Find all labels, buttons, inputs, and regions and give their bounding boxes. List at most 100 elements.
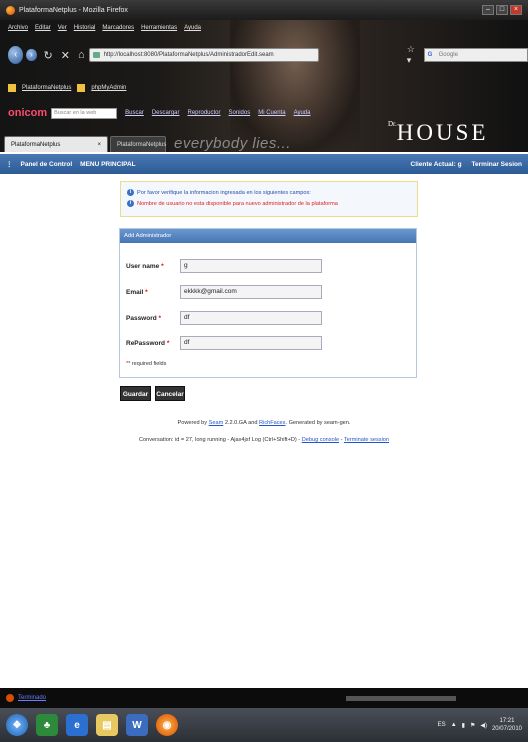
close-window-button[interactable]: × <box>510 5 522 15</box>
menu-archivo[interactable]: Archivo <box>8 25 28 31</box>
info-message-text: Por favor verifique la informacion ingre… <box>137 189 311 196</box>
menu-herramientas[interactable]: Herramientas <box>141 25 177 31</box>
minimize-button[interactable]: – <box>482 5 494 15</box>
word-icon[interactable]: W <box>126 714 148 736</box>
error-message-text: Nombre de usuario no esta disponible par… <box>137 200 338 207</box>
richfaces-link[interactable]: RichFaces <box>259 420 285 426</box>
username-input[interactable]: g <box>180 259 322 273</box>
menu-historial[interactable]: Historial <box>74 25 96 31</box>
menu-ayuda[interactable]: Ayuda <box>184 25 201 31</box>
web-search-input[interactable]: Buscar en la web <box>51 107 118 119</box>
required-fields-text: * required fields <box>128 361 167 367</box>
bookmark-star-icon[interactable]: ☆ ▾ <box>407 44 420 66</box>
tray-arrow-icon[interactable]: ▲ <box>451 722 457 728</box>
toolbar-sonidos[interactable]: Sonidos <box>229 110 251 116</box>
status-icon <box>6 694 14 702</box>
toolbar-ayuda[interactable]: Ayuda <box>294 110 311 116</box>
nav-panel-de-control[interactable]: Panel de Control <box>21 161 73 168</box>
app-navbar: ⋮ Panel de Control MENU PRINCIPAL Client… <box>0 154 528 174</box>
panel-title: Add Administrador <box>120 229 416 243</box>
reload-icon[interactable]: ↻ <box>44 49 53 62</box>
email-label: Email * <box>126 288 148 296</box>
forward-icon[interactable]: › <box>26 49 37 61</box>
cancel-button[interactable]: Cancelar <box>155 386 185 401</box>
password-label: Password * <box>126 314 162 322</box>
bookmarks-bar: PlataformaNetplus phpMyAdmin <box>0 82 528 94</box>
form-row-username: User name * g <box>126 259 322 273</box>
maximize-button[interactable]: □ <box>496 5 508 15</box>
folder-icon[interactable]: ▤ <box>96 714 118 736</box>
tab-active[interactable]: PlataformaNetplus × <box>4 136 108 152</box>
flag-icon[interactable]: ⚑ <box>470 722 475 729</box>
start-button-icon[interactable]: ❖ <box>6 714 28 736</box>
seam-link[interactable]: Seam <box>209 420 224 426</box>
info-message: i Por favor verifique la informacion ing… <box>127 188 411 197</box>
toolbar-descargar[interactable]: Descargar <box>152 110 180 116</box>
email-input[interactable]: ekkkk@gmail.com <box>180 285 322 299</box>
bookmark-phpmyadmin[interactable]: phpMyAdmin <box>91 85 126 91</box>
bookmark-icon <box>8 84 16 92</box>
home-icon[interactable]: ⌂ <box>78 49 85 61</box>
toolbar-buscar[interactable]: Buscar <box>125 110 144 116</box>
browser-chrome: PlataformaNetplus - Mozilla Firefox – □ … <box>0 0 528 152</box>
powered-by-line: Powered by Seam 2.2.0.GA and RichFaces. … <box>177 420 351 426</box>
window-titlebar: PlataformaNetplus - Mozilla Firefox – □ … <box>0 0 528 20</box>
bookmark-plataformanetplus[interactable]: PlataformaNetplus <box>22 85 71 91</box>
url-bar[interactable]: http://localhost:8080/PlataformaNetplus/… <box>88 48 319 62</box>
menu-ver[interactable]: Ver <box>58 25 67 31</box>
menu-bar: Archivo Editar Ver Historial Marcadores … <box>0 22 528 34</box>
clock[interactable]: 17:21 20/07/2010 <box>492 717 522 733</box>
required-fields-note: ** required fields <box>126 361 167 367</box>
toolbar-logo: onicom <box>8 107 48 119</box>
nav-menu-principal[interactable]: MENU PRINCIPAL <box>80 161 136 168</box>
theme-brand-text: HOUSE <box>396 120 489 145</box>
clock-time: 17:21 <box>499 718 515 724</box>
browser-statusbar: Terminado <box>0 688 528 708</box>
error-message: i Nombre de usuario no esta disponible p… <box>127 199 411 208</box>
system-tray: ES ▲ ▮ ⚑ ◀) 17:21 20/07/2010 <box>438 717 528 733</box>
language-indicator[interactable]: ES <box>438 722 446 728</box>
debug-console-link[interactable]: Debug console <box>302 437 339 443</box>
theme-brand-prefix: Dr. <box>388 120 397 128</box>
firefox-taskbar-icon[interactable]: ◉ <box>156 714 178 736</box>
status-text: Terminado <box>18 695 47 701</box>
volume-icon[interactable]: ◀) <box>480 722 487 729</box>
navigation-toolbar: ‹ › ↻ ✕ ⌂ http://localhost:8080/Platafor… <box>0 44 528 66</box>
form-row-repassword: RePassword * df <box>126 336 322 350</box>
status-progress <box>346 695 456 701</box>
terminate-session-link[interactable]: Terminate session <box>344 437 389 443</box>
conversation-line: Conversation: id = 27, long running - Aj… <box>138 437 390 443</box>
tab-close-icon[interactable]: × <box>97 137 101 152</box>
taskbar-app-icon[interactable]: ♣ <box>36 714 58 736</box>
repassword-label: RePassword * <box>126 339 170 347</box>
repassword-input[interactable]: df <box>180 336 322 350</box>
add-administrator-panel: Add Administrador User name * g Email * … <box>119 228 417 378</box>
password-input[interactable]: df <box>180 311 322 325</box>
save-button[interactable]: Guardar <box>120 386 151 401</box>
toolbar-reproductor[interactable]: Reproductor <box>188 110 221 116</box>
clock-date: 20/07/2010 <box>491 726 522 732</box>
back-icon[interactable]: ‹ <box>8 46 24 64</box>
tab-label: PlataformaNetplus <box>11 142 61 148</box>
validation-message-box: i Por favor verifique la informacion ing… <box>120 181 418 217</box>
menu-editar[interactable]: Editar <box>35 25 51 31</box>
search-engine-input[interactable]: Google <box>423 48 528 62</box>
menu-marcadores[interactable]: Marcadores <box>102 25 134 31</box>
theme-brand: Dr.HOUSE <box>388 120 488 146</box>
form-row-password: Password * df <box>126 311 322 325</box>
form-row-email: Email * ekkkk@gmail.com <box>126 285 322 299</box>
firefox-icon <box>6 5 15 15</box>
toolbar-micuenta[interactable]: Mi Cuenta <box>258 110 285 116</box>
tab-inactive[interactable]: PlataformaNetplus <box>110 136 166 152</box>
stop-icon[interactable]: ✕ <box>61 49 70 62</box>
username-label: User name * <box>126 262 164 270</box>
addon-toolbar: onicom Buscar en la web Buscar Descargar… <box>0 106 528 120</box>
nav-bullet-icon: ⋮ <box>6 161 13 168</box>
internet-explorer-icon[interactable]: e <box>66 714 88 736</box>
network-icon[interactable]: ▮ <box>462 722 465 729</box>
theme-tagline: everybody lies... <box>174 135 291 152</box>
bookmark-icon <box>77 84 86 92</box>
logout-link[interactable]: Terminar Sesion <box>472 161 522 168</box>
info-icon: i <box>127 200 134 207</box>
info-icon: i <box>127 189 134 196</box>
